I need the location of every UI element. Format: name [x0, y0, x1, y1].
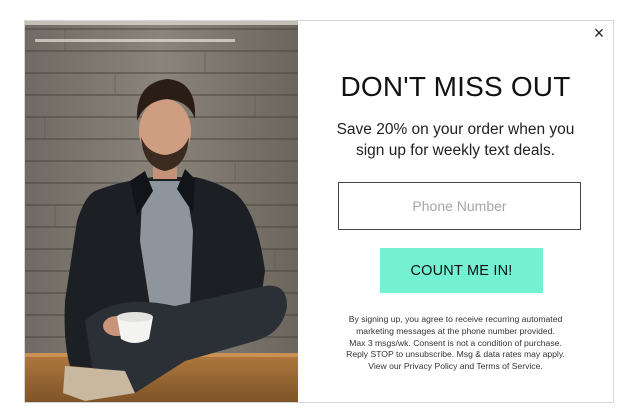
- disclaimer-line: marketing messages at the phone number p…: [356, 325, 555, 336]
- count-me-in-button[interactable]: COUNT ME IN!: [380, 248, 543, 293]
- popup-content: × DON'T MISS OUT Save 20% on your order …: [298, 21, 613, 402]
- popup-headline: DON'T MISS OUT: [340, 71, 571, 102]
- popup-subheadline: Save 20% on your order when you sign up …: [336, 121, 575, 159]
- signup-popup: × DON'T MISS OUT Save 20% on your order …: [24, 20, 614, 403]
- disclaimer-line: Max 3 msgs/wk. Consent is not a conditio…: [349, 337, 562, 348]
- phone-number-input[interactable]: [338, 182, 581, 230]
- disclaimer-line: View our Privacy Policy and Terms of Ser…: [368, 361, 543, 372]
- disclaimer-line: Reply STOP to unsubscribe. Msg & data ra…: [346, 349, 565, 360]
- disclaimer-line: By signing up, you agree to receive recu…: [348, 314, 563, 324]
- sms-disclaimer: By signing up, you agree to receive recu…: [320, 314, 591, 373]
- man-with-coffee-photo: [25, 21, 298, 402]
- close-icon[interactable]: ×: [590, 24, 608, 42]
- promo-photo: [25, 21, 298, 402]
